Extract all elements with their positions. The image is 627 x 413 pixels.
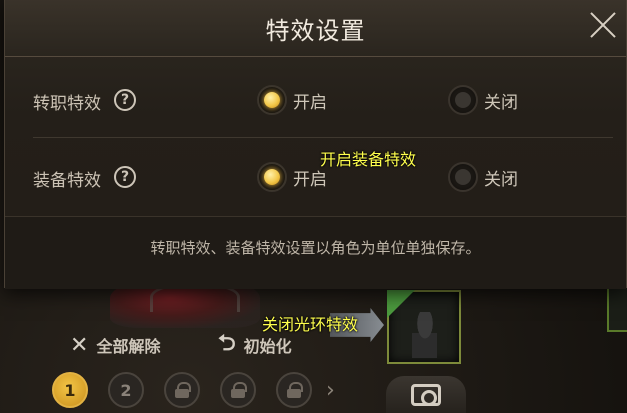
equip-effect-on-radio[interactable]: 开启 — [257, 162, 327, 192]
job-effect-on-radio[interactable]: 开启 — [257, 85, 327, 115]
lock-icon — [175, 382, 191, 398]
page-locked-1[interactable] — [164, 372, 200, 408]
row-label-job-effect: 转职特效 — [33, 94, 101, 114]
equip-effect-off-radio[interactable]: 关闭 — [448, 162, 518, 192]
row-label-equip-effect: 装备特效 — [33, 171, 101, 191]
radio-label: 关闭 — [484, 92, 518, 113]
lock-icon — [231, 382, 247, 398]
lock-icon — [287, 382, 303, 398]
row-equip-effect: 装备特效 ? 开启 关闭 — [5, 148, 626, 208]
radio-label: 关闭 — [484, 169, 518, 190]
tooltip-equip-effect-on: 开启装备特效 — [320, 150, 417, 169]
radio-label: 开启 — [293, 92, 327, 113]
tooltip-aura-off: 关闭光环特效 — [262, 315, 359, 334]
reset-all-label: 全部解除 — [96, 337, 161, 356]
camera-icon — [411, 383, 441, 406]
page-2-button[interactable]: 2 — [108, 372, 144, 408]
radio-dot — [448, 162, 478, 192]
row-job-effect: 转职特效 ? 开启 关闭 — [5, 71, 626, 131]
screenshot-button[interactable] — [386, 376, 466, 413]
dialog-title: 特效设置 — [265, 17, 366, 45]
radio-dot — [257, 162, 287, 192]
help-icon[interactable]: ? — [114, 166, 136, 188]
character-silhouette-icon — [407, 312, 443, 358]
radio-dot — [448, 85, 478, 115]
aura-slot[interactable] — [387, 290, 461, 364]
page-locked-3[interactable] — [276, 372, 312, 408]
help-icon[interactable]: ? — [114, 89, 136, 111]
page-locked-2[interactable] — [220, 372, 256, 408]
reset-all-button[interactable]: ✕ 全部解除 — [70, 330, 160, 360]
page-selector: 1 2 › — [52, 372, 335, 408]
job-effect-off-radio[interactable]: 关闭 — [448, 85, 518, 115]
footer-note: 转职特效、装备特效设置以角色为单位单独保存。 — [150, 239, 481, 257]
side-slot[interactable] — [607, 282, 627, 332]
dialog-header: 特效设置 — [5, 0, 626, 57]
close-button[interactable] — [589, 11, 617, 39]
effect-settings-dialog: 特效设置 转职特效 ? 开启 关闭 装备特效 ? 开启 关闭 转职特效、装备特效… — [4, 0, 627, 289]
page-1-button[interactable]: 1 — [52, 372, 88, 408]
row-divider — [33, 137, 613, 138]
close-x-icon: ✕ — [70, 332, 89, 358]
initialize-label: 初始化 — [243, 337, 292, 356]
radio-dot — [257, 85, 287, 115]
undo-icon: ⮌ — [218, 331, 236, 356]
next-page-icon[interactable]: › — [326, 378, 335, 403]
